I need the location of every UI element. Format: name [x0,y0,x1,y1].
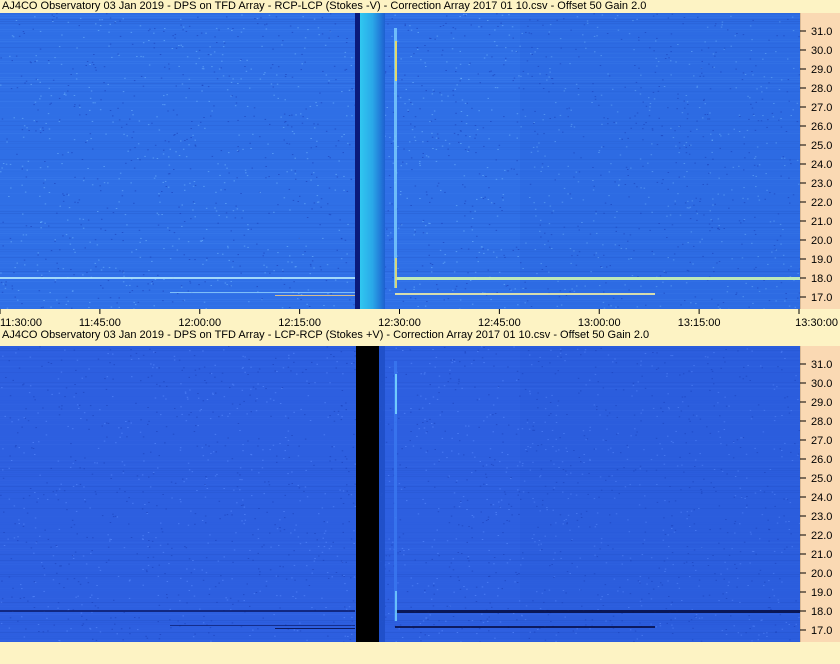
bottom-burst-highlight [395,591,397,621]
bottom-ytick-label: 30.0 [811,378,832,390]
bottom-ytick-label: 27.0 [811,435,832,447]
top-ytick-label: 26.0 [811,121,832,133]
time-axis: 11:30:00 11:45:00 12:00:00 12:15:00 12:30:00… [0,309,840,329]
bottom-ytick-label: 28.0 [811,416,832,428]
top-ytick-label: 21.0 [811,216,832,228]
top-ytick-label: 28.0 [811,83,832,95]
bottom-ytick-label: 31.0 [811,359,832,371]
bottom-ytick-label: 22.0 [811,530,832,542]
bottom-burst-highlight [395,374,397,414]
xtick-label: 12:15:00 [278,317,321,329]
xtick-label: 12:45:00 [478,317,521,329]
top-ytick-label: 30.0 [811,45,832,57]
bottom-interference-line [275,628,355,629]
top-burst-highlight [395,258,397,288]
xtick-label: 13:30:00 [795,317,838,329]
top-ytick-label: 17.0 [811,292,832,304]
bottom-interference-line [0,610,355,612]
bottom-data-gap [356,346,379,642]
bottom-ytick-label: 20.0 [811,568,832,580]
top-interference-line [395,277,800,280]
bottom-ytick-label: 18.0 [811,606,832,618]
bottom-frequency-axis: 31.0 30.0 29.0 28.0 27.0 26.0 25.0 24.0 23.0 22.0… [800,346,840,642]
bottom-interference-line [395,610,800,613]
bottom-ytick-label: 26.0 [811,454,832,466]
bottom-ytick-label: 17.0 [811,625,832,637]
top-interference-line [170,292,355,293]
xtick-label: 13:00:00 [578,317,621,329]
bottom-ytick-label: 24.0 [811,492,832,504]
top-ytick-label: 29.0 [811,64,832,76]
top-spectrogram [0,13,800,309]
top-interference-line [0,277,355,279]
top-ytick-label: 18.0 [811,273,832,285]
bottom-ytick-label: 23.0 [811,511,832,523]
xtick-label: 12:30:00 [378,317,421,329]
bottom-ytick-label: 19.0 [811,587,832,599]
top-ytick-label: 23.0 [811,178,832,190]
top-ytick-label: 27.0 [811,102,832,114]
top-ytick-label: 25.0 [811,140,832,152]
top-ytick-label: 31.0 [811,26,832,38]
bottom-panel-title: AJ4CO Observatory 03 Jan 2019 - DPS on T… [0,329,840,342]
top-ytick-label: 22.0 [811,197,832,209]
top-panel-title: AJ4CO Observatory 03 Jan 2019 - DPS on T… [0,0,840,13]
top-ytick-label: 20.0 [811,235,832,247]
bottom-ytick-label: 29.0 [811,397,832,409]
bottom-margin [0,642,840,664]
top-frequency-axis: 31.0 30.0 29.0 28.0 27.0 26.0 25.0 24.0 23.0 22.0… [800,13,840,309]
top-data-gap [355,13,360,309]
top-gap-edge [360,13,385,309]
bottom-ytick-label: 25.0 [811,473,832,485]
bottom-ytick-label: 21.0 [811,549,832,561]
top-ytick-label: 19.0 [811,254,832,266]
xtick-label: 11:45:00 [79,317,121,329]
xtick-label: 12:00:00 [178,317,221,329]
xtick-label: 11:30:00 [0,317,42,329]
top-ytick-label: 24.0 [811,159,832,171]
bottom-interference-line [170,625,355,626]
xtick-label: 13:15:00 [678,317,721,329]
top-interference-line [395,293,655,295]
top-interference-line [275,295,355,296]
bottom-spectrogram [0,346,800,642]
bottom-interference-line [395,626,655,628]
top-burst-highlight [395,41,397,81]
